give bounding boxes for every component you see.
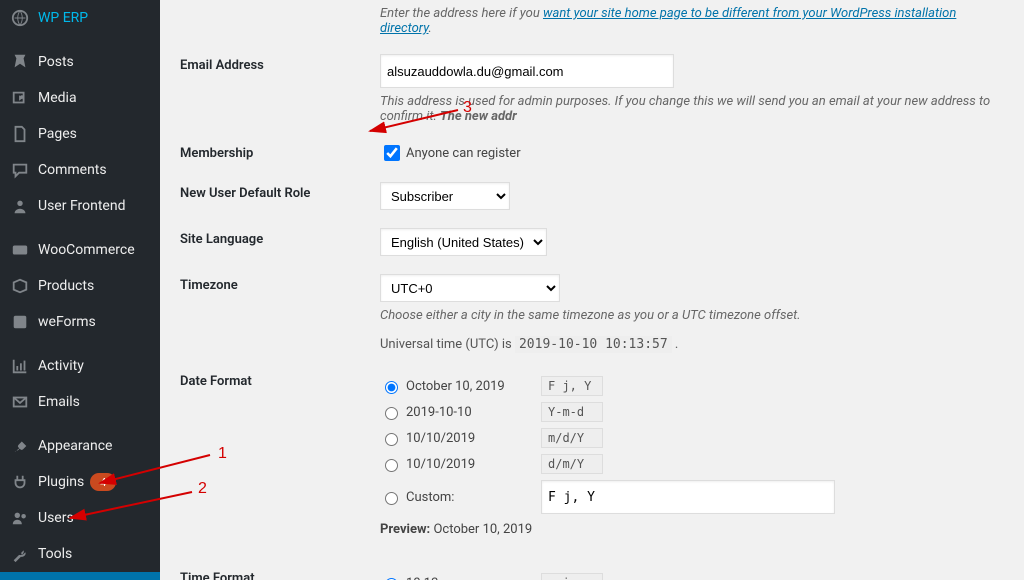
plug-icon xyxy=(10,472,30,492)
admin-sidebar: WP ERP Posts Media Pages Comments User Fronte… xyxy=(0,0,160,580)
box-icon xyxy=(10,276,30,296)
site-language-label: Site Language xyxy=(180,228,380,247)
utc-time-value: 2019-10-10 10:13:57 xyxy=(515,336,672,353)
update-badge: 4 xyxy=(90,473,116,491)
sidebar-item-wp-erp[interactable]: WP ERP xyxy=(0,0,160,36)
users-icon xyxy=(10,508,30,528)
page-icon xyxy=(10,124,30,144)
sidebar-item-comments[interactable]: Comments xyxy=(0,152,160,188)
sidebar-item-label: Tools xyxy=(38,546,72,562)
membership-checkbox[interactable] xyxy=(384,145,400,161)
email-description: This address is used for admin purposes.… xyxy=(380,94,1004,124)
date-format-radio-custom[interactable] xyxy=(385,492,398,505)
date-format-custom-label: Custom: xyxy=(406,490,541,505)
sidebar-item-label: Users xyxy=(38,510,74,526)
sidebar-item-pages[interactable]: Pages xyxy=(0,116,160,152)
date-format-chip: F j, Y xyxy=(541,376,603,396)
email-input[interactable] xyxy=(380,54,674,88)
form-icon xyxy=(10,312,30,332)
time-format-label: Time Format xyxy=(180,567,380,580)
sidebar-item-plugins[interactable]: Plugins 4 xyxy=(0,464,160,500)
sidebar-item-label: Comments xyxy=(38,162,107,178)
brush-icon xyxy=(10,436,30,456)
sidebar-item-woocommerce[interactable]: WooCommerce xyxy=(0,232,160,268)
membership-label: Membership xyxy=(180,142,380,161)
sidebar-item-users[interactable]: Users xyxy=(0,500,160,536)
mail-icon xyxy=(10,392,30,412)
sidebar-item-label: Appearance xyxy=(38,438,112,454)
media-icon xyxy=(10,88,30,108)
timezone-description: Choose either a city in the same timezon… xyxy=(380,308,1004,323)
timezone-select[interactable]: UTC+0 xyxy=(380,274,560,302)
site-url-description: Enter the address here if you want your … xyxy=(380,6,1004,36)
email-label: Email Address xyxy=(180,54,380,73)
sidebar-item-label: Activity xyxy=(38,358,84,374)
date-format-sample: 10/10/2019 xyxy=(406,431,541,446)
date-preview-label: Preview: xyxy=(380,522,430,537)
utc-time-text: Universal time (UTC) is 2019-10-10 10:13… xyxy=(380,337,1004,352)
wrench-icon xyxy=(10,544,30,564)
sidebar-item-label: WooCommerce xyxy=(38,242,135,258)
date-format-radio-3[interactable] xyxy=(385,459,398,472)
sidebar-item-label: Media xyxy=(38,90,77,106)
sidebar-item-label: Plugins xyxy=(38,474,84,490)
site-language-select[interactable]: English (United States) xyxy=(380,228,547,256)
sidebar-item-weforms[interactable]: weForms xyxy=(0,304,160,340)
sidebar-item-tools[interactable]: Tools xyxy=(0,536,160,572)
sidebar-item-activity[interactable]: Activity xyxy=(0,348,160,384)
time-format-chip: g:i a xyxy=(541,573,603,580)
date-format-sample: 2019-10-10 xyxy=(406,405,541,420)
sidebar-item-label: Posts xyxy=(38,54,74,70)
membership-check-label: Anyone can register xyxy=(406,146,521,161)
sidebar-item-user-frontend[interactable]: User Frontend xyxy=(0,188,160,224)
time-format-sample: 10:13 am xyxy=(406,576,541,580)
activity-icon xyxy=(10,356,30,376)
settings-general-form: Enter the address here if you want your … xyxy=(160,0,1024,580)
date-format-custom-input[interactable] xyxy=(541,480,835,514)
woo-icon xyxy=(10,240,30,260)
sidebar-item-settings[interactable]: Settings xyxy=(0,572,160,580)
sidebar-item-label: User Frontend xyxy=(38,198,125,214)
date-format-chip: d/m/Y xyxy=(541,454,603,474)
sidebar-item-appearance[interactable]: Appearance xyxy=(0,428,160,464)
comment-icon xyxy=(10,160,30,180)
sidebar-item-label: Pages xyxy=(38,126,77,142)
sidebar-item-label: weForms xyxy=(38,314,96,330)
date-format-label: Date Format xyxy=(180,370,380,389)
date-format-radio-0[interactable] xyxy=(385,381,398,394)
sidebar-item-label: WP ERP xyxy=(38,10,88,26)
sidebar-item-media[interactable]: Media xyxy=(0,80,160,116)
sidebar-item-emails[interactable]: Emails xyxy=(0,384,160,420)
date-format-chip: m/d/Y xyxy=(541,428,603,448)
sidebar-item-label: Emails xyxy=(38,394,80,410)
sidebar-item-posts[interactable]: Posts xyxy=(0,44,160,80)
pin-icon xyxy=(10,52,30,72)
sidebar-item-label: Products xyxy=(38,278,94,294)
default-role-select[interactable]: Subscriber xyxy=(380,182,510,210)
date-format-radio-2[interactable] xyxy=(385,433,398,446)
date-preview-value: October 10, 2019 xyxy=(433,522,532,537)
user-icon xyxy=(10,196,30,216)
default-role-label: New User Default Role xyxy=(180,182,380,201)
sidebar-item-products[interactable]: Products xyxy=(0,268,160,304)
date-format-chip: Y-m-d xyxy=(541,402,603,422)
erp-icon xyxy=(10,8,30,28)
date-format-sample: 10/10/2019 xyxy=(406,457,541,472)
date-format-radio-1[interactable] xyxy=(385,407,398,420)
timezone-label: Timezone xyxy=(180,274,380,293)
date-format-sample: October 10, 2019 xyxy=(406,379,541,394)
